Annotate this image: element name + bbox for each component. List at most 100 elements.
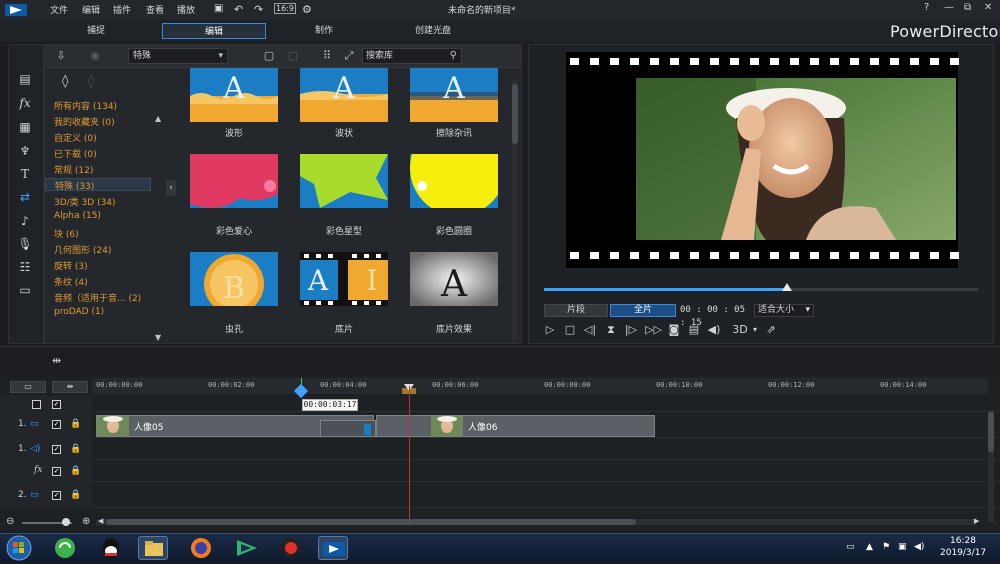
media-room-icon[interactable]: ▤ [16, 72, 34, 86]
aspect-ratio-icon[interactable]: 16:9 [274, 3, 296, 14]
undock-icon[interactable]: ⇗ [764, 323, 778, 337]
lock-icon[interactable]: 🔒 [70, 490, 81, 500]
taskbar-clock-time[interactable]: 16:28 [950, 536, 976, 546]
timecode-display[interactable]: 00 : 00 : 05 : 15 [680, 304, 750, 328]
3d-toggle[interactable]: 3D [730, 323, 750, 337]
category-item[interactable]: Alpha (15) [54, 211, 101, 221]
minimize-button[interactable]: — [944, 2, 954, 13]
tab-edit[interactable]: 编辑 [162, 23, 266, 39]
menu-plugins[interactable]: 插件 [113, 3, 131, 16]
clip-mode-button[interactable]: 片段 [544, 304, 608, 317]
split-icon[interactable]: ⧗ [604, 323, 618, 337]
track-enable-checkbox[interactable]: ✓ [52, 400, 61, 409]
category-item[interactable]: 3D/类 3D (34) [54, 195, 116, 208]
volume-icon[interactable]: ◀) [707, 323, 721, 337]
start-button[interactable] [4, 535, 34, 561]
zoom-fit-select[interactable]: 适合大小 ▾ [754, 304, 814, 317]
track-all-checkbox[interactable] [32, 400, 41, 409]
scroll-up-icon[interactable]: ▲ [155, 114, 161, 123]
view-grid-icon[interactable]: ⠿ [320, 49, 334, 63]
title-room-icon[interactable]: T [16, 167, 34, 181]
timeline-vscroll-thumb[interactable] [988, 412, 994, 452]
stop-icon[interactable]: □ [563, 323, 577, 337]
tray-network-icon[interactable]: ▭ [846, 542, 855, 552]
transition-thumb-film[interactable]: AI [300, 252, 388, 306]
tab-produce[interactable]: 制作 [294, 23, 354, 39]
scroll-left-icon[interactable]: ◀ [98, 517, 103, 525]
menu-play[interactable]: 播放 [177, 3, 195, 16]
tray-volume-icon[interactable]: ◀) [914, 542, 924, 552]
video-clip[interactable] [376, 415, 655, 437]
taskbar-clock-date[interactable]: 2019/3/17 [940, 548, 986, 558]
tray-flag-icon[interactable]: ⚑ [882, 542, 890, 552]
transition-thumb-color-star[interactable]: ✦ [300, 154, 388, 208]
taskbar-360-icon[interactable] [50, 536, 80, 560]
tray-show-icons-icon[interactable]: ▲ [866, 542, 873, 552]
scroll-down-icon[interactable]: ▼ [155, 333, 161, 342]
taskbar-qq-icon[interactable] [96, 536, 126, 560]
add-to-timeline-icon[interactable]: ▢ [262, 49, 276, 63]
timeline-hscroll-thumb[interactable] [106, 519, 636, 525]
transition-thumb-wormhole[interactable]: B [190, 252, 278, 306]
search-input[interactable]: 搜索库 ⚲ [362, 48, 462, 64]
scroll-right-icon[interactable]: ▶ [974, 517, 979, 525]
save-icon[interactable]: ▣ [214, 3, 223, 14]
previous-frame-icon[interactable]: ◁| [583, 323, 597, 337]
category-item[interactable]: 我的收藏夹 (0) [54, 115, 115, 128]
gear-icon[interactable]: ⚙ [302, 3, 312, 16]
category-select[interactable]: 特殊 ▾ [128, 48, 228, 64]
movie-mode-button[interactable]: 全片 [610, 304, 676, 317]
taskbar-camtasia-icon[interactable] [232, 536, 262, 560]
lock-icon[interactable]: 🔒 [70, 419, 81, 429]
expand-icon[interactable]: ⤢ [342, 49, 356, 63]
import-icon[interactable]: ⇩ [54, 49, 68, 63]
taskbar-recorder-icon[interactable] [276, 536, 306, 560]
category-item[interactable]: 音频（适用于音... (2) [54, 291, 141, 304]
transition-thumb-color-heart[interactable] [190, 154, 278, 208]
tray-display-icon[interactable]: ▣ [898, 542, 907, 552]
menu-file[interactable]: 文件 [50, 3, 68, 16]
zoom-out-icon[interactable]: ⊖ [6, 516, 14, 527]
category-item[interactable]: 已下载 (0) [54, 147, 97, 160]
track-enable-checkbox[interactable]: ✓ [52, 420, 61, 429]
transition-thumb-wave[interactable]: A [190, 68, 278, 122]
track-enable-checkbox[interactable]: ✓ [52, 491, 61, 500]
subtitle-icon[interactable]: ▤ [687, 323, 701, 337]
undo-icon[interactable]: ↶ [234, 3, 243, 16]
chevron-down-icon[interactable]: ▾ [748, 323, 762, 337]
track-enable-checkbox[interactable]: ✓ [52, 445, 61, 454]
taskbar-explorer-icon[interactable] [138, 536, 168, 560]
snap-icon[interactable]: ⇹ [52, 381, 88, 393]
zoom-in-icon[interactable]: ⊕ [82, 516, 90, 527]
transition-thumb-color-circle[interactable] [410, 154, 498, 208]
fx-room-icon[interactable]: fx [16, 96, 34, 110]
taskbar-powerdirector-icon[interactable] [318, 536, 348, 560]
category-item[interactable]: 常规 (12) [54, 163, 93, 176]
chapter-room-icon[interactable]: ☷ [16, 260, 34, 274]
lock-icon[interactable]: 🔒 [70, 466, 81, 476]
category-item[interactable]: 所有内容 (134) [54, 99, 117, 112]
fit-timeline-icon[interactable]: ⇹ [52, 354, 61, 367]
track-enable-checkbox[interactable]: ✓ [52, 467, 61, 476]
app-logo-icon[interactable] [4, 2, 28, 18]
close-button[interactable]: ✕ [984, 2, 992, 13]
taskbar-firefox-icon[interactable] [186, 536, 216, 560]
preview-progress-handle[interactable] [782, 283, 793, 291]
fast-forward-icon[interactable]: ▷▷ [645, 323, 662, 337]
collapse-panel-button[interactable]: ‹ [166, 180, 176, 196]
tag-icon[interactable]: ◊ [62, 74, 68, 89]
category-item[interactable]: 自定义 (0) [54, 131, 97, 144]
timeline-zoom-knob[interactable] [62, 518, 70, 526]
snapshot-icon[interactable]: ◙ [667, 323, 681, 337]
pip-room-icon[interactable]: ▦ [16, 120, 34, 134]
next-frame-icon[interactable]: |▷ [624, 323, 638, 337]
redo-icon[interactable]: ↷ [254, 3, 263, 16]
category-item[interactable]: 块 (6) [54, 227, 79, 240]
track-manager-icon[interactable]: ▭ [10, 381, 46, 393]
particle-room-icon[interactable]: ♆ [16, 144, 34, 158]
voice-over-icon[interactable]: 🎙 [16, 237, 34, 251]
restore-button[interactable]: ⧉ [964, 2, 971, 13]
category-item[interactable]: proDAD (1) [54, 307, 104, 317]
help-button[interactable]: ? [924, 2, 929, 13]
category-item-selected[interactable]: 特殊 (33) [45, 178, 151, 192]
